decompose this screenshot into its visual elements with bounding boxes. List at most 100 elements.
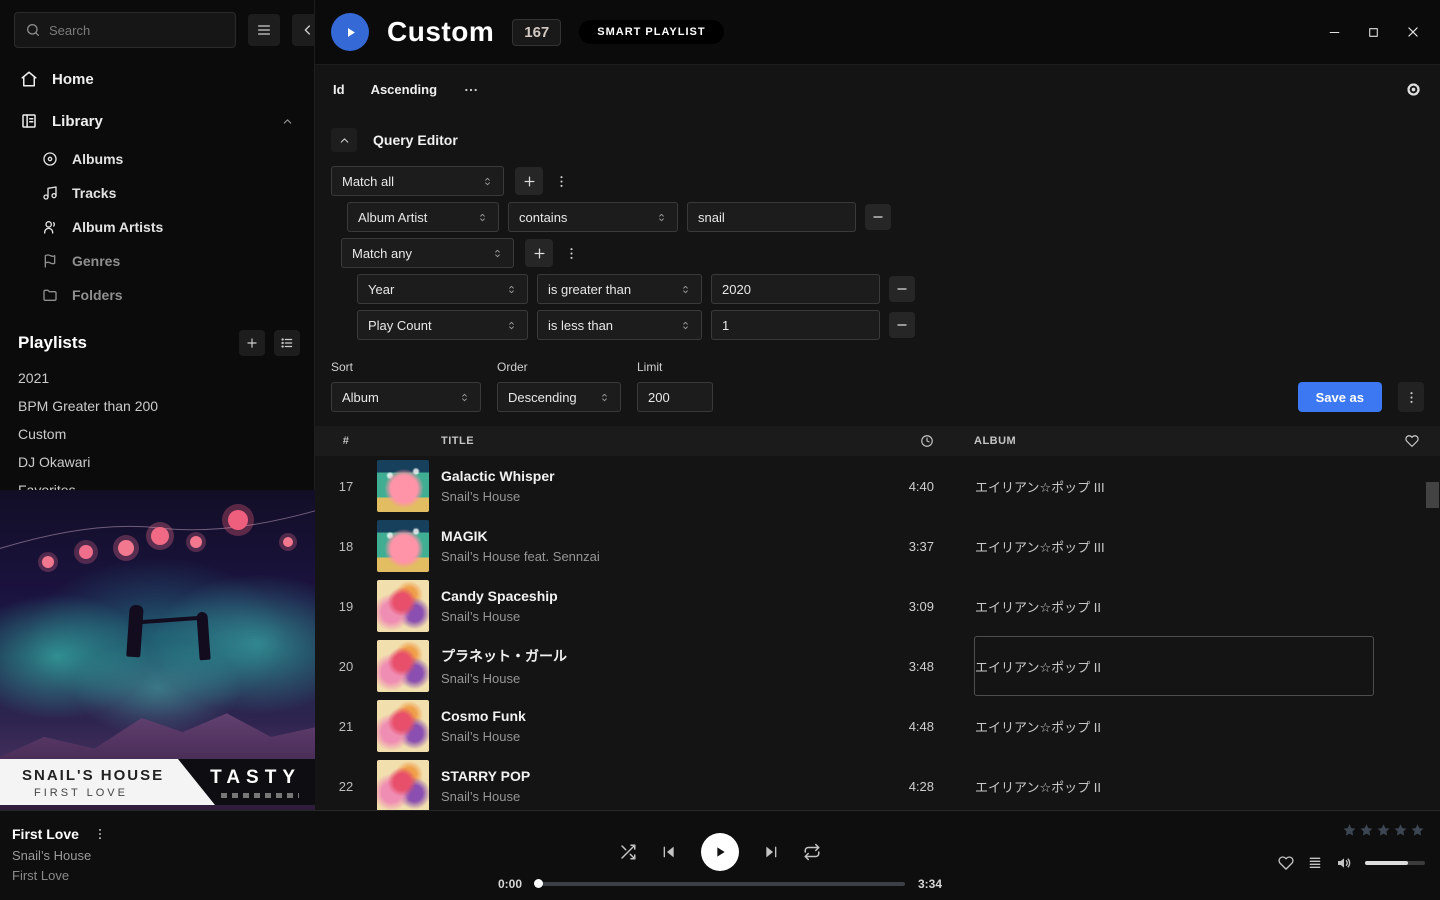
play-pause-button[interactable] (701, 833, 739, 871)
playlist-item[interactable]: DJ Okawari (0, 448, 314, 476)
collapse-query-editor-button[interactable] (331, 128, 357, 152)
playlist-list-button[interactable] (274, 330, 300, 356)
rule-field-select[interactable]: Play Count (357, 310, 528, 340)
rule-field-select[interactable]: Album Artist (347, 202, 499, 232)
sort-select[interactable]: Album (331, 382, 481, 412)
save-options-button[interactable] (1398, 382, 1424, 412)
rule-field-select[interactable]: Year (357, 274, 528, 304)
favorite-button[interactable] (1278, 855, 1294, 871)
star-icon[interactable] (1376, 823, 1391, 838)
track-album-cell[interactable]: エイリアン☆ポップ II (974, 696, 1374, 756)
query-sort-row: Sort Album Order Descending Limit Save a… (315, 346, 1440, 426)
playlist-item[interactable]: Custom (0, 420, 314, 448)
track-duration: 4:40 (874, 479, 934, 494)
seek-slider[interactable] (535, 882, 905, 886)
sidebar-item-library[interactable]: Library (0, 100, 314, 142)
add-rule-button[interactable] (525, 239, 553, 267)
row-index: 17 (315, 479, 377, 494)
sort-order-button[interactable]: Ascending (371, 82, 437, 97)
column-header-favorite[interactable] (1384, 434, 1440, 448)
search-box[interactable] (14, 12, 236, 48)
kebab-icon (1404, 390, 1419, 405)
table-row[interactable]: 19 Candy SpaceshipSnail’s House 3:09 エイリ… (315, 576, 1440, 636)
volume-slider[interactable] (1365, 861, 1425, 865)
window-close-button[interactable] (1406, 25, 1420, 39)
player-right-controls (1278, 855, 1425, 871)
track-title: Candy Spaceship (441, 588, 874, 604)
group-options-button[interactable] (554, 174, 569, 189)
table-row[interactable]: 17 Galactic WhisperSnail’s House 4:40 エイ… (315, 456, 1440, 516)
next-track-button[interactable] (763, 844, 779, 860)
repeat-button[interactable] (803, 843, 821, 861)
rule-operator-select[interactable]: is less than (537, 310, 702, 340)
sidebar-item-folders[interactable]: Folders (0, 278, 314, 312)
star-icon[interactable] (1359, 823, 1374, 838)
column-header-duration[interactable] (874, 434, 934, 448)
star-icon[interactable] (1410, 823, 1425, 838)
match-type-select[interactable]: Match all (331, 166, 504, 196)
table-row[interactable]: 18 MAGIKSnail’s House feat. Sennzai 3:37… (315, 516, 1440, 576)
sidebar-item-home[interactable]: Home (0, 58, 314, 100)
track-album-cell[interactable]: エイリアン☆ポップ II (974, 576, 1374, 636)
shuffle-button[interactable] (619, 843, 637, 861)
seek-knob[interactable] (534, 879, 543, 888)
add-playlist-button[interactable] (239, 330, 265, 356)
sidebar-item-genres[interactable]: Genres (0, 244, 314, 278)
search-input[interactable] (49, 23, 225, 38)
star-icon[interactable] (1393, 823, 1408, 838)
rule-value-input[interactable] (687, 202, 856, 232)
add-rule-button[interactable] (515, 167, 543, 195)
track-album-cell[interactable]: エイリアン☆ポップ II (974, 756, 1374, 816)
column-header-index[interactable]: # (315, 435, 377, 447)
rule-operator-select[interactable]: contains (508, 202, 678, 232)
rule-operator-select[interactable]: is greater than (537, 274, 702, 304)
queue-button[interactable] (1307, 855, 1323, 871)
sidebar-item-album-artists[interactable]: Album Artists (0, 210, 314, 244)
more-options-button[interactable] (463, 82, 479, 98)
playlist-item[interactable]: 2021 (0, 364, 314, 392)
save-as-button[interactable]: Save as (1298, 382, 1382, 412)
playlist-item[interactable]: BPM Greater than 200 (0, 392, 314, 420)
rule-value-input[interactable] (711, 274, 880, 304)
column-header-album[interactable]: ALBUM (964, 435, 1384, 447)
settings-button[interactable] (1405, 81, 1422, 98)
remove-rule-button[interactable] (889, 276, 915, 302)
limit-input[interactable] (637, 382, 713, 412)
rating-stars[interactable] (1342, 823, 1425, 838)
track-title: Cosmo Funk (441, 708, 874, 724)
track-artist: Snail’s House (441, 609, 874, 624)
table-row[interactable]: 20 プラネット・ガールSnail’s House 3:48 エイリアン☆ポップ… (315, 636, 1440, 696)
now-playing-artwork[interactable]: TASTY SNAIL'S HOUSE FIRST LOVE (0, 490, 315, 810)
sidebar-item-label: Albums (72, 151, 123, 167)
match-type-select[interactable]: Match any (341, 238, 514, 268)
rule-value-input[interactable] (711, 310, 880, 340)
previous-track-button[interactable] (661, 844, 677, 860)
remove-rule-button[interactable] (865, 204, 891, 230)
menu-button[interactable] (248, 14, 280, 46)
window-minimize-button[interactable] (1328, 26, 1341, 39)
row-index: 21 (315, 719, 377, 734)
star-icon[interactable] (1342, 823, 1357, 838)
home-icon (20, 70, 38, 88)
menu-icon (256, 22, 272, 38)
window-maximize-button[interactable] (1367, 26, 1380, 39)
track-album: エイリアン☆ポップ II (975, 657, 1101, 676)
sidebar-item-albums[interactable]: Albums (0, 142, 314, 176)
play-playlist-button[interactable] (331, 13, 369, 51)
folder-icon (42, 287, 58, 303)
track-album-cell-focused[interactable]: エイリアン☆ポップ II (974, 636, 1374, 696)
volume-button[interactable] (1336, 855, 1352, 871)
group-options-button[interactable] (564, 246, 579, 261)
table-row[interactable]: 22 STARRY POPSnail’s House 4:28 エイリアン☆ポッ… (315, 756, 1440, 816)
album-art-thumbnail (377, 520, 429, 572)
sidebar-item-label: Folders (72, 287, 123, 303)
column-header-title[interactable]: TITLE (441, 435, 874, 447)
table-row[interactable]: 21 Cosmo FunkSnail’s House 4:48 エイリアン☆ポッ… (315, 696, 1440, 756)
sidebar-item-tracks[interactable]: Tracks (0, 176, 314, 210)
track-album-cell[interactable]: エイリアン☆ポップ III (974, 456, 1374, 516)
sort-field-button[interactable]: Id (333, 82, 345, 97)
remove-rule-button[interactable] (889, 312, 915, 338)
order-select[interactable]: Descending (497, 382, 621, 412)
scrollbar-thumb[interactable] (1426, 482, 1439, 508)
track-album-cell[interactable]: エイリアン☆ポップ III (974, 516, 1374, 576)
